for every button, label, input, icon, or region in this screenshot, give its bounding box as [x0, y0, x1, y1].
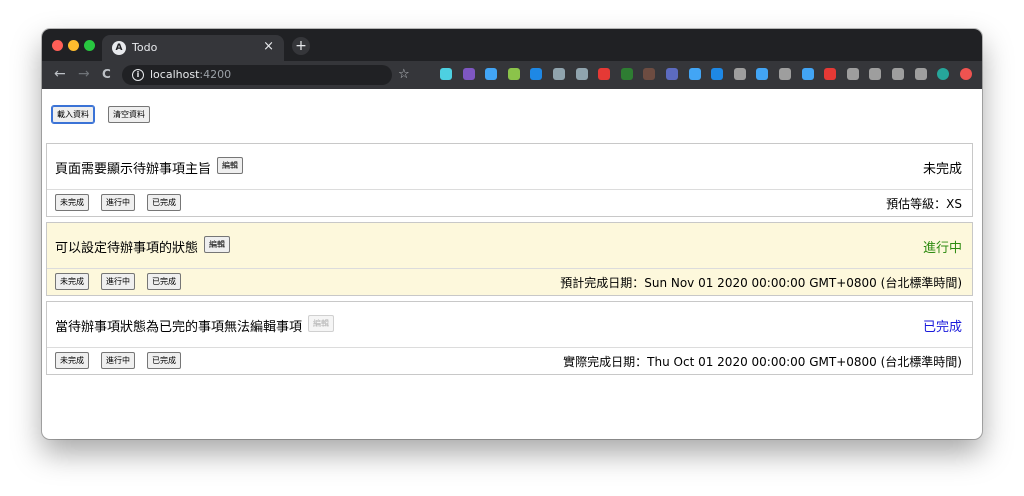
url-port: :4200 [199, 68, 232, 81]
angular-icon: A [112, 41, 126, 55]
extension-icon[interactable] [914, 68, 927, 80]
todo-info: 預估等級：XS [886, 197, 962, 211]
tab-title: Todo [132, 41, 158, 54]
todo-card: 頁面需要顯示待辦事項主旨 編輯 未完成 未完成 進行中 已完成 預估等級：XS [46, 143, 973, 217]
extension-icon[interactable] [643, 68, 656, 80]
set-doing-button[interactable]: 進行中 [101, 352, 135, 369]
edit-button[interactable]: 編輯 [217, 157, 243, 174]
url-host: localhost [150, 68, 200, 81]
extension-icon[interactable] [507, 68, 520, 80]
extension-icon[interactable] [756, 68, 769, 80]
todo-card: 當待辦事項狀態為已完的事項無法編輯事項 編輯 已完成 未完成 進行中 已完成 實… [46, 301, 973, 375]
extension-icon[interactable] [711, 68, 724, 80]
edit-button[interactable]: 編輯 [308, 315, 334, 332]
close-window-icon[interactable] [52, 40, 63, 51]
extension-icon[interactable] [440, 68, 452, 80]
extension-icon[interactable] [733, 68, 746, 80]
extension-icon[interactable] [846, 68, 859, 80]
bookmark-star-icon[interactable]: ☆ [398, 67, 410, 82]
browser-window: A Todo × + ← → C i localhost:4200 ☆ 載入資料… [42, 29, 982, 439]
minimize-window-icon[interactable] [68, 40, 79, 51]
todo-card: 可以設定待辦事項的狀態 編輯 進行中 未完成 進行中 已完成 預計完成日期：Su… [46, 222, 973, 296]
set-done-button[interactable]: 已完成 [147, 194, 181, 211]
todo-status: 未完成 [922, 162, 962, 177]
close-tab-icon[interactable]: × [263, 39, 274, 54]
todo-info: 預計完成日期：Sun Nov 01 2020 00:00:00 GMT+0800… [560, 276, 962, 290]
set-doing-button[interactable]: 進行中 [101, 194, 135, 211]
extension-icon[interactable] [530, 68, 543, 80]
set-todo-button[interactable]: 未完成 [55, 352, 89, 369]
extension-icon[interactable] [462, 68, 475, 80]
address-bar[interactable]: i localhost:4200 [122, 65, 392, 85]
extension-icon[interactable] [869, 68, 882, 80]
extension-icon[interactable] [553, 68, 565, 80]
todo-header: 可以設定待辦事項的狀態 編輯 進行中 [47, 223, 972, 269]
extension-icon[interactable] [620, 68, 633, 80]
extension-icon[interactable] [688, 68, 701, 80]
forward-icon[interactable]: → [78, 66, 90, 82]
extension-icon[interactable] [824, 68, 837, 80]
edit-button[interactable]: 編輯 [204, 236, 230, 253]
set-doing-button[interactable]: 進行中 [101, 273, 135, 290]
todo-status: 已完成 [922, 320, 962, 335]
extension-icon[interactable] [666, 68, 678, 80]
extension-icon[interactable] [485, 68, 498, 80]
maximize-window-icon[interactable] [84, 40, 95, 51]
extension-icon[interactable] [801, 68, 814, 80]
extension-icon[interactable] [892, 68, 904, 80]
todo-header: 頁面需要顯示待辦事項主旨 編輯 未完成 [47, 144, 972, 190]
tab-bar: A Todo × + [42, 29, 982, 61]
set-done-button[interactable]: 已完成 [147, 352, 181, 369]
reload-icon[interactable]: C [102, 67, 111, 81]
info-icon[interactable]: i [132, 69, 144, 81]
new-tab-button[interactable]: + [292, 37, 310, 55]
todo-title: 當待辦事項狀態為已完的事項無法編輯事項 [55, 320, 303, 335]
browser-tab[interactable]: A Todo × [102, 35, 284, 61]
extension-icon[interactable] [575, 68, 588, 80]
set-todo-button[interactable]: 未完成 [55, 273, 89, 290]
clear-data-button[interactable]: 清空資料 [108, 106, 150, 123]
todo-status: 進行中 [922, 241, 962, 256]
set-todo-button[interactable]: 未完成 [55, 194, 89, 211]
page-content: 載入資料 清空資料 頁面需要顯示待辦事項主旨 編輯 未完成 未完成 進行中 已完… [42, 89, 982, 439]
extension-icon[interactable] [959, 68, 972, 80]
back-icon[interactable]: ← [54, 66, 66, 82]
set-done-button[interactable]: 已完成 [147, 273, 181, 290]
browser-toolbar: ← → C i localhost:4200 ☆ [42, 61, 982, 89]
load-data-button[interactable]: 載入資料 [51, 105, 95, 124]
todo-info: 實際完成日期：Thu Oct 01 2020 00:00:00 GMT+0800… [563, 355, 962, 369]
extension-icon[interactable] [779, 68, 791, 80]
extension-icon[interactable] [937, 68, 950, 80]
todo-header: 當待辦事項狀態為已完的事項無法編輯事項 編輯 已完成 [47, 302, 972, 348]
extension-icon[interactable] [598, 68, 611, 80]
todo-title: 可以設定待辦事項的狀態 [55, 241, 199, 256]
todo-title: 頁面需要顯示待辦事項主旨 [55, 162, 212, 177]
